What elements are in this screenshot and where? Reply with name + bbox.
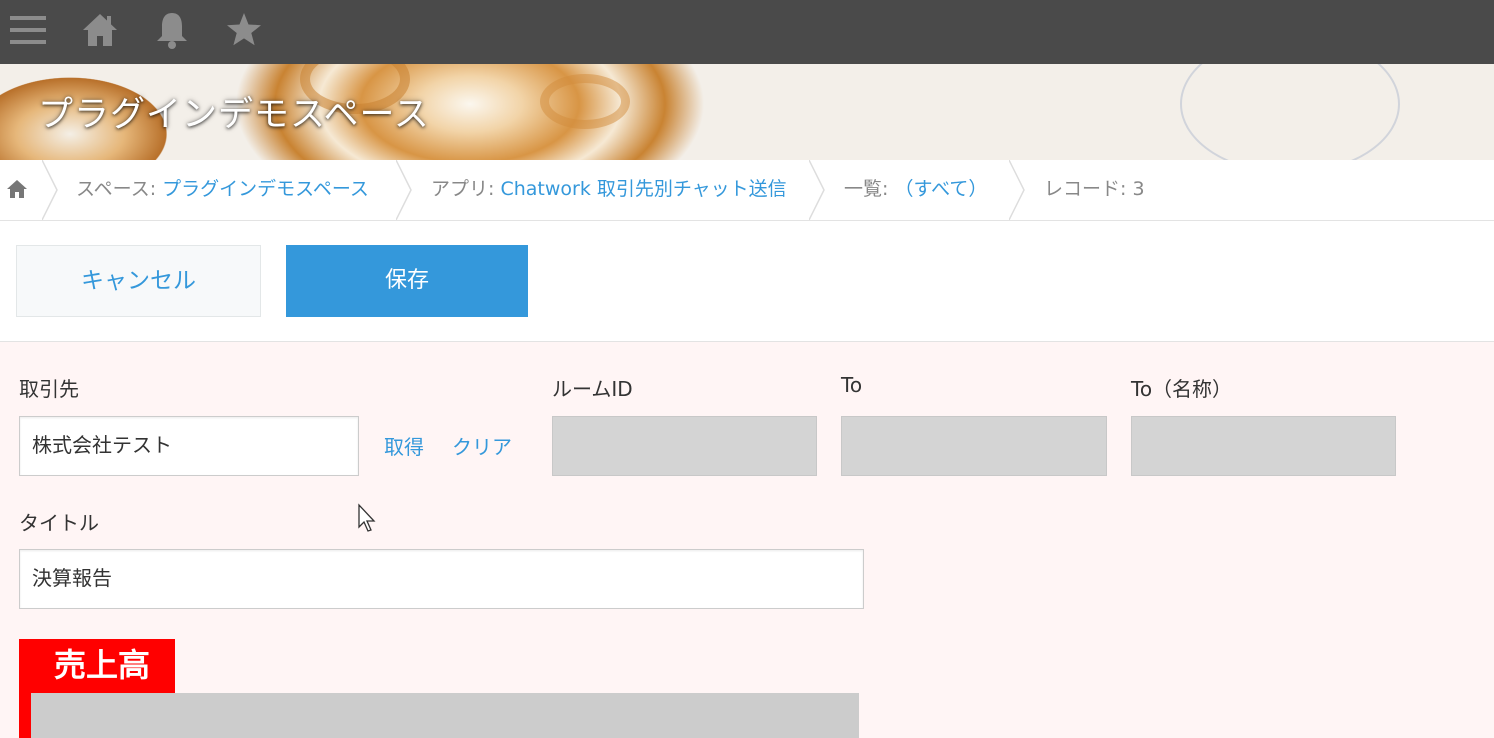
breadcrumb-home-icon[interactable] [6,178,28,200]
to-name-field [1131,416,1396,476]
breadcrumb-view-link[interactable]: （すべて） [894,178,987,200]
to-label: To [841,373,863,397]
sales-field [31,693,859,738]
breadcrumb-view: 一覧: （すべて） [844,160,987,220]
sales-accent-bar [19,693,31,738]
breadcrumb: スペース: プラグインデモスペース アプリ: Chatwork 取引先別チャット… [0,159,1494,221]
room-id-label: ルームID [552,377,633,401]
menu-icon[interactable] [6,8,50,52]
top-navigation-bar [0,0,1494,64]
client-label: 取引先 [19,377,79,401]
home-icon[interactable] [78,8,122,52]
space-title: プラグインデモスペース [38,95,430,135]
breadcrumb-space-label: スペース: [76,178,157,200]
breadcrumb-separator [41,159,58,221]
edit-toolbar: キャンセル 保存 [0,221,1494,342]
breadcrumb-separator [808,159,825,221]
breadcrumb-space-link[interactable]: プラグインデモスペース [162,178,369,200]
star-icon[interactable] [222,8,266,52]
bell-icon[interactable] [150,8,194,52]
room-id-field [552,416,817,476]
space-banner: プラグインデモスペース [0,64,1494,160]
to-field [841,416,1107,476]
breadcrumb-app: アプリ: Chatwork 取引先別チャット送信 [431,160,787,220]
mouse-cursor-icon [357,503,379,533]
breadcrumb-separator [395,159,412,221]
sales-label: 売上高 [19,639,175,693]
breadcrumb-view-label: 一覧: [844,178,889,200]
title-label: タイトル [19,511,99,535]
breadcrumb-separator [1008,159,1025,221]
get-client-link[interactable]: 取得 [384,431,424,460]
cancel-button[interactable]: キャンセル [16,245,261,317]
breadcrumb-app-link[interactable]: Chatwork 取引先別チャット送信 [500,178,786,200]
to-name-label: To（名称） [1131,377,1233,401]
clear-client-link[interactable]: クリア [452,431,512,460]
save-button[interactable]: 保存 [286,245,528,317]
title-input[interactable]: 決算報告 [19,549,864,609]
client-input[interactable]: 株式会社テスト [19,416,359,476]
breadcrumb-space: スペース: プラグインデモスペース [76,160,369,220]
breadcrumb-record: レコード: 3 [1044,178,1145,200]
breadcrumb-app-label: アプリ: [431,178,495,200]
